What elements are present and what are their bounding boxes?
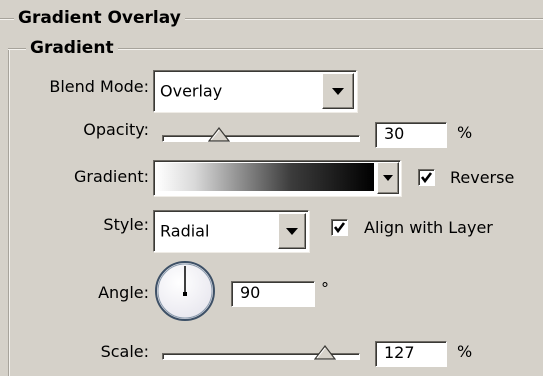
gradient-dropdown-button[interactable] bbox=[377, 162, 399, 194]
blend-mode-value: Overlay bbox=[160, 81, 223, 101]
gradient-label: Gradient: bbox=[73, 167, 149, 186]
angle-label: Angle: bbox=[98, 283, 149, 302]
opacity-label: Opacity: bbox=[83, 120, 149, 139]
align-with-layer-checkbox[interactable] bbox=[331, 219, 348, 236]
chevron-down-icon bbox=[332, 87, 344, 95]
opacity-unit: % bbox=[457, 123, 473, 142]
outer-group-title: Gradient Overlay bbox=[14, 8, 185, 28]
opacity-slider-thumb[interactable] bbox=[208, 126, 230, 142]
align-with-layer-label[interactable]: Align with Layer bbox=[364, 218, 493, 238]
blend-mode-select[interactable]: Overlay bbox=[153, 70, 357, 112]
angle-unit: ° bbox=[321, 279, 329, 298]
chevron-down-icon bbox=[383, 175, 393, 181]
angle-input[interactable]: 90 bbox=[231, 281, 315, 307]
style-value: Radial bbox=[160, 221, 210, 241]
scale-slider-thumb[interactable] bbox=[314, 344, 336, 360]
scale-label: Scale: bbox=[100, 342, 149, 361]
opacity-slider-track[interactable] bbox=[162, 135, 360, 142]
scale-unit: % bbox=[457, 342, 473, 361]
style-select[interactable]: Radial bbox=[153, 210, 309, 252]
chevron-down-icon bbox=[286, 227, 298, 235]
inner-group-left-edge bbox=[8, 48, 10, 376]
checkmark-icon bbox=[333, 222, 346, 234]
style-label: Style: bbox=[103, 215, 149, 234]
scale-input[interactable]: 127 bbox=[375, 341, 447, 367]
style-dropdown-button[interactable] bbox=[278, 213, 306, 249]
gradient-picker[interactable] bbox=[153, 160, 401, 196]
gradient-preview[interactable] bbox=[156, 163, 374, 191]
inner-group-title: Gradient bbox=[26, 38, 118, 58]
angle-dial[interactable] bbox=[153, 259, 217, 323]
opacity-input[interactable]: 30 bbox=[375, 122, 447, 148]
reverse-label[interactable]: Reverse bbox=[450, 168, 514, 188]
blend-mode-label: Blend Mode: bbox=[49, 77, 149, 96]
reverse-checkbox[interactable] bbox=[418, 169, 435, 186]
checkmark-icon bbox=[420, 172, 433, 184]
blend-mode-dropdown-button[interactable] bbox=[322, 73, 354, 109]
